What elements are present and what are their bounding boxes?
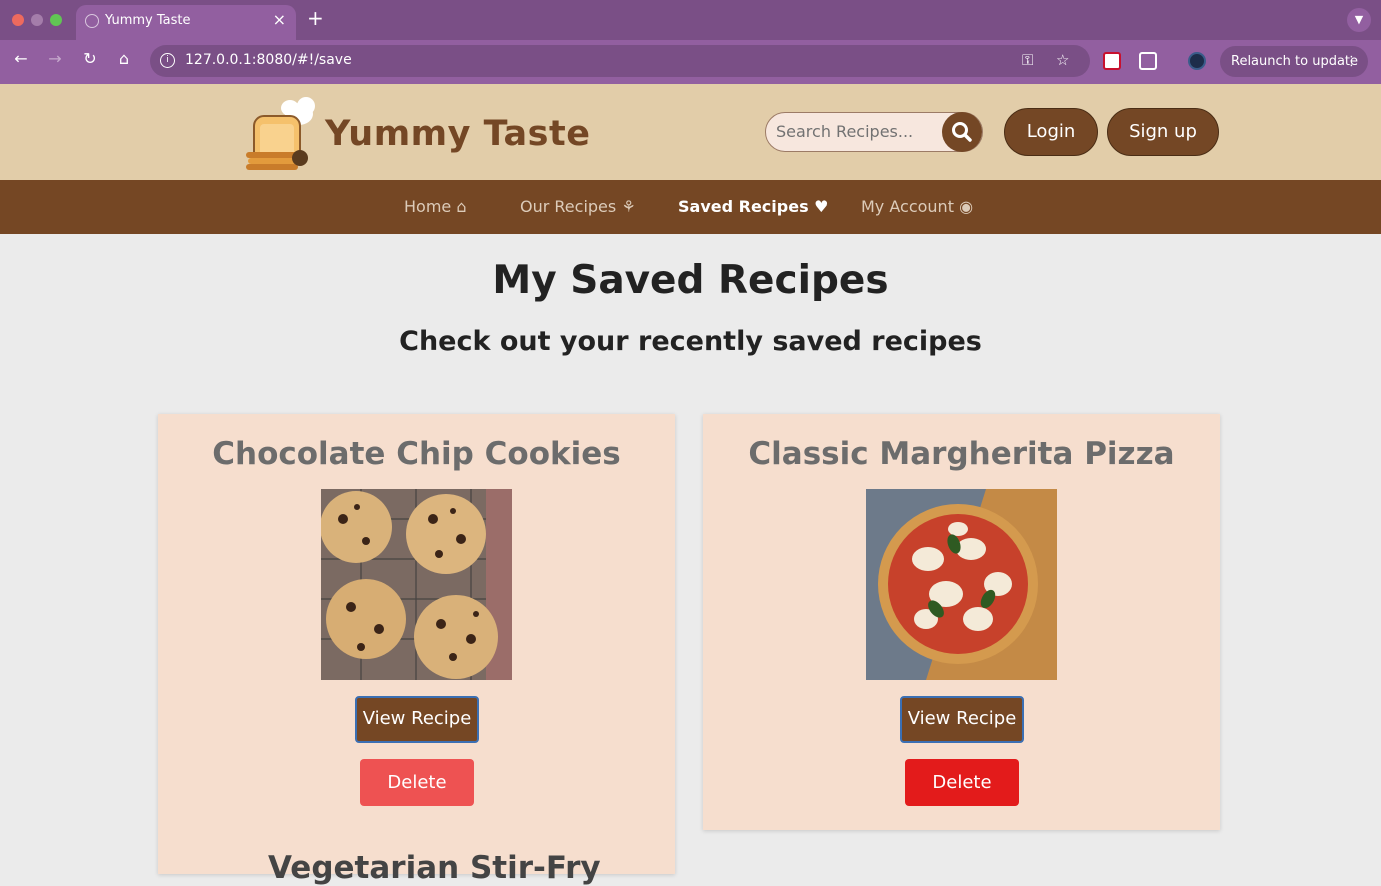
signup-button[interactable]: Sign up — [1107, 108, 1219, 156]
relaunch-button[interactable]: Relaunch to update ⋮ — [1220, 46, 1368, 77]
main-navigation: Home ⌂ Our Recipes ⚘ Saved Recipes ♥ My … — [0, 180, 1381, 234]
tab-search-icon[interactable]: ▼ — [1347, 8, 1371, 32]
recipe-title: Vegetarian Stir-Fry — [268, 850, 601, 886]
recipe-title: Classic Margherita Pizza — [748, 436, 1175, 472]
utensils-icon: ⚘ — [621, 197, 636, 216]
bookmark-star-icon[interactable]: ☆ — [1056, 51, 1069, 69]
search-button[interactable] — [942, 112, 982, 152]
page-title: My Saved Recipes — [492, 258, 889, 303]
heart-icon: ♥ — [814, 197, 829, 216]
profile-avatar-icon[interactable] — [1188, 52, 1206, 70]
page-subtitle: Check out your recently saved recipes — [399, 326, 982, 357]
minimize-window-icon[interactable] — [31, 14, 43, 26]
search-icon — [952, 122, 972, 142]
nav-item-home[interactable]: Home ⌂ — [404, 197, 467, 216]
recipe-card: Chocolate Chip Cookies View Recipe Delet… — [158, 414, 675, 874]
more-menu-icon[interactable]: ⋮ — [1345, 46, 1358, 77]
nav-item-our-recipes[interactable]: Our Recipes ⚘ — [520, 197, 636, 216]
globe-icon — [85, 14, 99, 28]
close-tab-icon[interactable]: × — [273, 10, 286, 29]
url-text[interactable]: 127.0.0.1:8080/#!/save — [185, 52, 352, 68]
browser-tab[interactable]: Yummy Taste × — [76, 5, 296, 40]
back-icon[interactable]: ← — [9, 49, 33, 68]
delete-button[interactable]: Delete — [905, 759, 1019, 806]
view-recipe-button[interactable]: View Recipe — [355, 696, 479, 743]
site-header: Yummy Taste Login Sign up — [0, 84, 1381, 180]
reload-icon[interactable]: ↻ — [78, 49, 102, 68]
nav-item-label: Our Recipes — [520, 197, 617, 216]
nav-item-my-account[interactable]: My Account ◉ — [861, 197, 973, 216]
zoom-window-icon[interactable] — [50, 14, 62, 26]
recipe-card: Classic Margherita Pizza View Recipe Del… — [703, 414, 1220, 830]
brand-name[interactable]: Yummy Taste — [325, 114, 590, 154]
forward-icon[interactable]: → — [43, 49, 67, 68]
user-circle-icon: ◉ — [959, 197, 974, 216]
extensions-puzzle-icon[interactable] — [1139, 52, 1157, 70]
recipe-search — [765, 112, 983, 152]
nav-item-label: Saved Recipes — [678, 197, 809, 216]
relaunch-label: Relaunch to update — [1231, 54, 1359, 69]
search-input[interactable] — [776, 122, 936, 141]
extension-vm-icon[interactable] — [1103, 52, 1121, 70]
tab-title: Yummy Taste — [105, 13, 191, 28]
nav-item-saved-recipes[interactable]: Saved Recipes ♥ — [678, 197, 829, 216]
password-key-icon[interactable]: ⚿ — [1022, 51, 1033, 69]
address-bar[interactable]: i 127.0.0.1:8080/#!/save ⚿ ☆ — [150, 45, 1090, 77]
delete-button[interactable]: Delete — [360, 759, 474, 806]
nav-item-label: My Account — [861, 197, 954, 216]
pizza-image — [866, 489, 1057, 680]
site-info-icon[interactable]: i — [160, 53, 175, 68]
browser-tab-strip: Yummy Taste × + ▼ — [0, 0, 1381, 40]
new-tab-button[interactable]: + — [307, 6, 324, 30]
home-browser-icon[interactable]: ⌂ — [112, 49, 136, 68]
bread-chef-logo-icon — [246, 97, 315, 170]
browser-toolbar: ← → ↻ ⌂ i 127.0.0.1:8080/#!/save ⚿ ☆ Rel… — [0, 40, 1381, 84]
recipe-title: Chocolate Chip Cookies — [212, 436, 621, 472]
login-button[interactable]: Login — [1004, 108, 1098, 156]
nav-item-label: Home — [404, 197, 452, 216]
cookies-image — [321, 489, 512, 680]
close-window-icon[interactable] — [12, 14, 24, 26]
home-icon: ⌂ — [456, 197, 467, 216]
view-recipe-button[interactable]: View Recipe — [900, 696, 1024, 743]
